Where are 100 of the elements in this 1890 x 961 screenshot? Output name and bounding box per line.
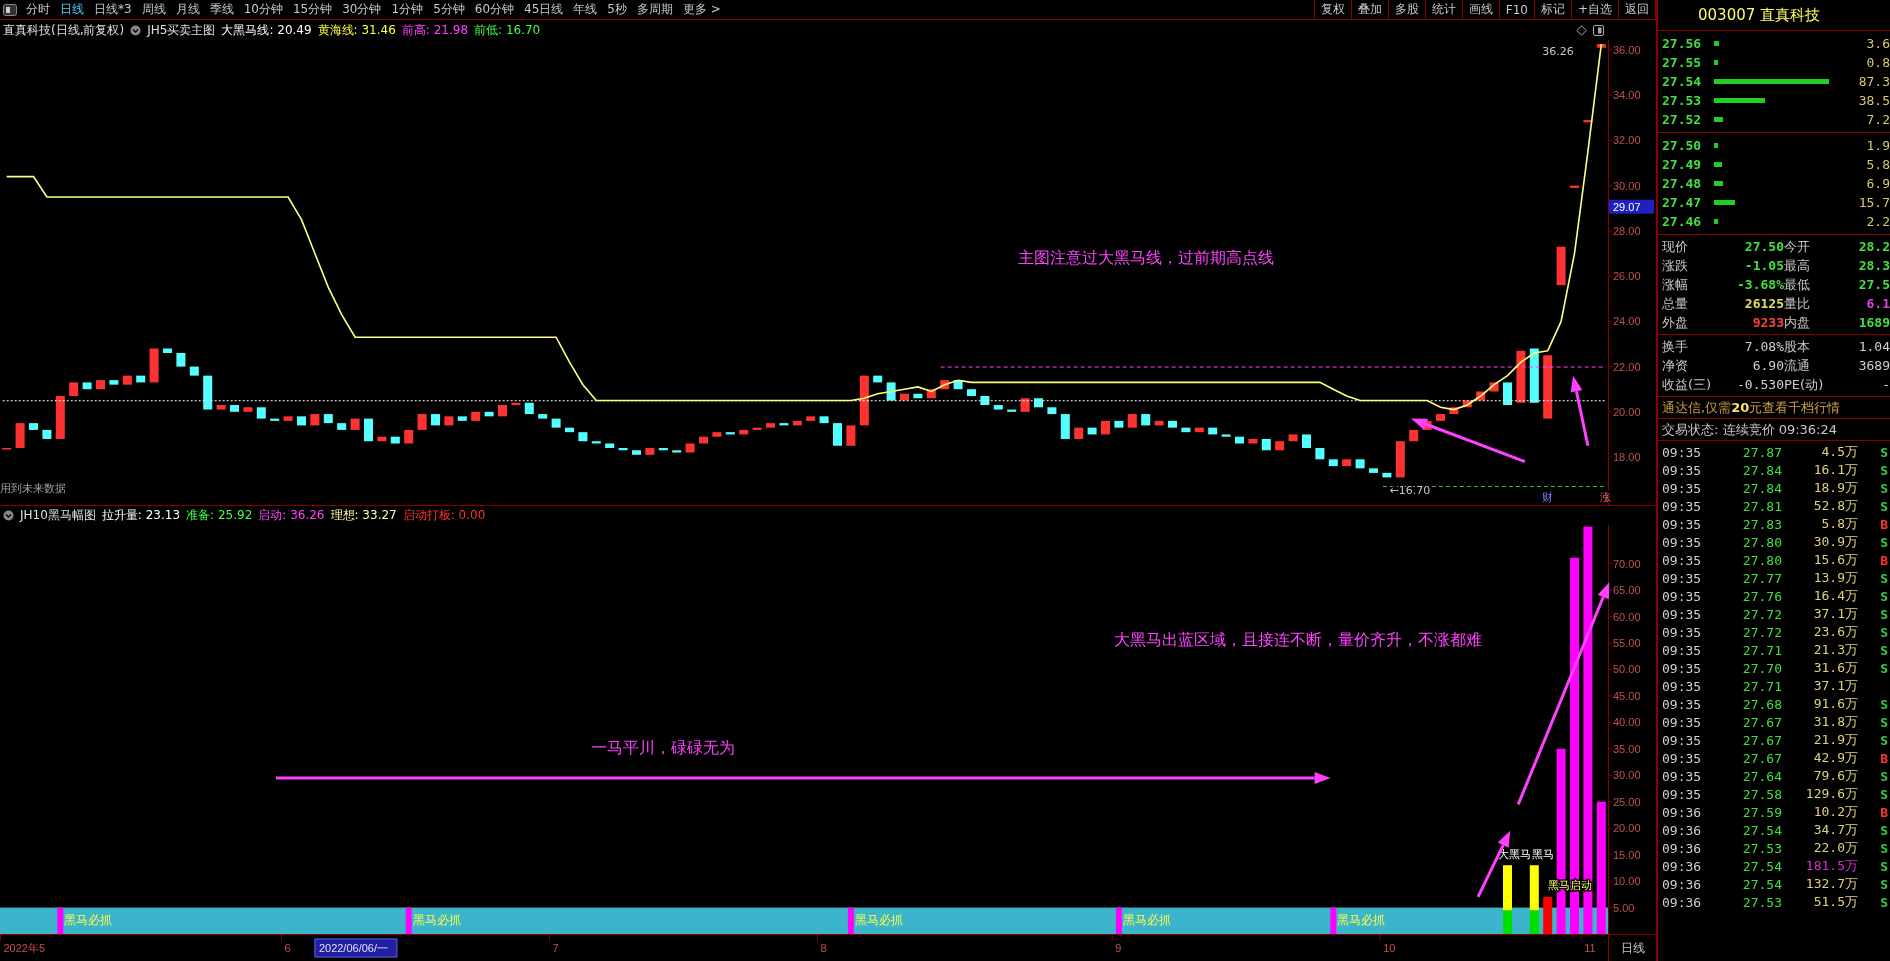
period-tab[interactable]: 10分钟 bbox=[238, 0, 288, 19]
promo-text[interactable]: 通达信,仅需20元查看千档行情 bbox=[1658, 397, 1890, 419]
axis-label: 55.00 bbox=[1613, 637, 1641, 649]
indicator-value: 前高: 21.98 bbox=[401, 21, 469, 39]
candle bbox=[766, 423, 775, 428]
panel-icon[interactable] bbox=[3, 3, 17, 16]
period-tab[interactable]: 45日线 bbox=[519, 0, 569, 19]
period-tab[interactable]: 5秒 bbox=[602, 0, 632, 19]
period-tab[interactable]: 30分钟 bbox=[337, 0, 387, 19]
tick-price: 27.72 bbox=[1741, 606, 1782, 622]
signal-marker bbox=[1115, 907, 1122, 934]
candle bbox=[176, 353, 186, 367]
candle bbox=[256, 407, 266, 419]
tick-price: 27.67 bbox=[1741, 714, 1782, 730]
annotation-text: 财 bbox=[1542, 490, 1554, 504]
candle bbox=[913, 393, 923, 399]
stat-value: 27.50 bbox=[1743, 238, 1784, 256]
candle bbox=[1462, 400, 1472, 408]
period-tab[interactable]: 1分钟 bbox=[386, 0, 429, 19]
stat-label: 量比 bbox=[1784, 295, 1811, 313]
volume-bar bbox=[1714, 117, 1724, 122]
tick-price: 27.53 bbox=[1741, 894, 1782, 910]
candle bbox=[82, 382, 92, 390]
indicator-name[interactable]: JH10黑马幅图 bbox=[20, 507, 96, 524]
indicator-value: 拉升量: 23.13 bbox=[101, 507, 181, 524]
dropdown-icon[interactable] bbox=[130, 24, 142, 36]
period-tab[interactable]: 年线 bbox=[568, 0, 603, 19]
order-price: 27.52 bbox=[1662, 112, 1703, 127]
period-tab[interactable]: 多周期 bbox=[631, 0, 678, 19]
annotation-text: 涨 bbox=[1599, 490, 1611, 504]
candle bbox=[1275, 441, 1285, 451]
tick-volume: 31.6万 bbox=[1812, 659, 1858, 677]
period-tab[interactable]: 更多 > bbox=[677, 0, 726, 19]
period-tab[interactable]: 15分钟 bbox=[287, 0, 338, 19]
candle bbox=[685, 443, 695, 453]
volume-bar bbox=[1714, 181, 1724, 186]
period-tab[interactable]: 周线 bbox=[136, 0, 171, 19]
signal-marker bbox=[57, 907, 64, 934]
panel-icon[interactable] bbox=[1593, 24, 1604, 36]
candle bbox=[55, 396, 65, 439]
candle bbox=[632, 450, 641, 455]
candle bbox=[29, 423, 38, 430]
candle bbox=[1302, 434, 1311, 448]
stat-label: 外盘 bbox=[1662, 314, 1689, 332]
period-tab[interactable]: 日线*3 bbox=[89, 0, 137, 19]
stat-value: 28.3 bbox=[1857, 257, 1890, 275]
tick-price: 27.81 bbox=[1741, 498, 1782, 514]
diamond-icon[interactable] bbox=[1576, 24, 1587, 36]
stat-label: 总量 bbox=[1662, 295, 1689, 313]
period-tab[interactable]: 分时 bbox=[21, 0, 55, 19]
chart-title: 直真科技(日线,前复权) bbox=[3, 21, 125, 39]
order-volume: 5.8 bbox=[1865, 157, 1890, 172]
indicator-name[interactable]: JH5买卖主图 bbox=[147, 21, 216, 39]
stat-label: 收益(三) bbox=[1662, 376, 1713, 394]
tick-time: 09:35 bbox=[1662, 606, 1703, 622]
axis-label: 70.00 bbox=[1613, 557, 1641, 570]
candle bbox=[1369, 468, 1378, 473]
order-volume: 6.9 bbox=[1865, 176, 1890, 191]
candle bbox=[792, 420, 802, 426]
candle bbox=[605, 443, 615, 448]
tick-volume: 4.5万 bbox=[1820, 443, 1858, 461]
tick-time: 09:35 bbox=[1662, 534, 1703, 550]
candle bbox=[967, 389, 976, 396]
order-price: 27.49 bbox=[1662, 157, 1703, 172]
candle bbox=[1529, 348, 1539, 403]
stat-label: 今开 bbox=[1784, 238, 1811, 256]
tick-time: 09:36 bbox=[1662, 840, 1703, 856]
period-tab[interactable]: 日线 bbox=[55, 0, 89, 19]
tick-time: 09:36 bbox=[1662, 876, 1703, 892]
axis-label: 40.00 bbox=[1613, 716, 1641, 729]
period-tab[interactable]: 季线 bbox=[204, 0, 239, 19]
stat-value: -1.05 bbox=[1743, 257, 1784, 275]
candle bbox=[417, 414, 427, 430]
tick-side: S bbox=[1879, 606, 1888, 622]
candle bbox=[1382, 472, 1392, 478]
tick-price: 27.67 bbox=[1741, 750, 1782, 766]
tick-price: 27.80 bbox=[1741, 534, 1782, 550]
tick-time: 09:35 bbox=[1662, 462, 1703, 478]
order-price: 27.46 bbox=[1662, 214, 1703, 229]
candle bbox=[1449, 407, 1459, 415]
dropdown-icon[interactable] bbox=[3, 510, 14, 521]
axis-label: 30.00 bbox=[1613, 179, 1641, 192]
tick-volume: 34.7万 bbox=[1812, 821, 1858, 839]
period-tab[interactable]: 5分钟 bbox=[428, 0, 470, 19]
period-tab[interactable]: 60分钟 bbox=[469, 0, 520, 19]
axis-label: 45.00 bbox=[1613, 689, 1641, 702]
period-tab[interactable]: 月线 bbox=[170, 0, 205, 19]
order-volume: 2.2 bbox=[1865, 214, 1890, 229]
tick-side: S bbox=[1879, 876, 1888, 892]
tick-volume: 21.3万 bbox=[1812, 641, 1858, 659]
order-volume: 87.3 bbox=[1857, 74, 1890, 89]
tick-side: S bbox=[1879, 840, 1888, 856]
candle bbox=[310, 414, 320, 426]
tick-time: 09:35 bbox=[1662, 498, 1703, 514]
tick-price: 27.53 bbox=[1741, 840, 1782, 856]
tick-time: 09:35 bbox=[1662, 480, 1703, 496]
axis-label: 10.00 bbox=[1613, 875, 1641, 888]
tick-side: S bbox=[1879, 588, 1888, 604]
tick-time: 09:36 bbox=[1662, 858, 1703, 874]
signal-marker bbox=[1330, 907, 1337, 934]
